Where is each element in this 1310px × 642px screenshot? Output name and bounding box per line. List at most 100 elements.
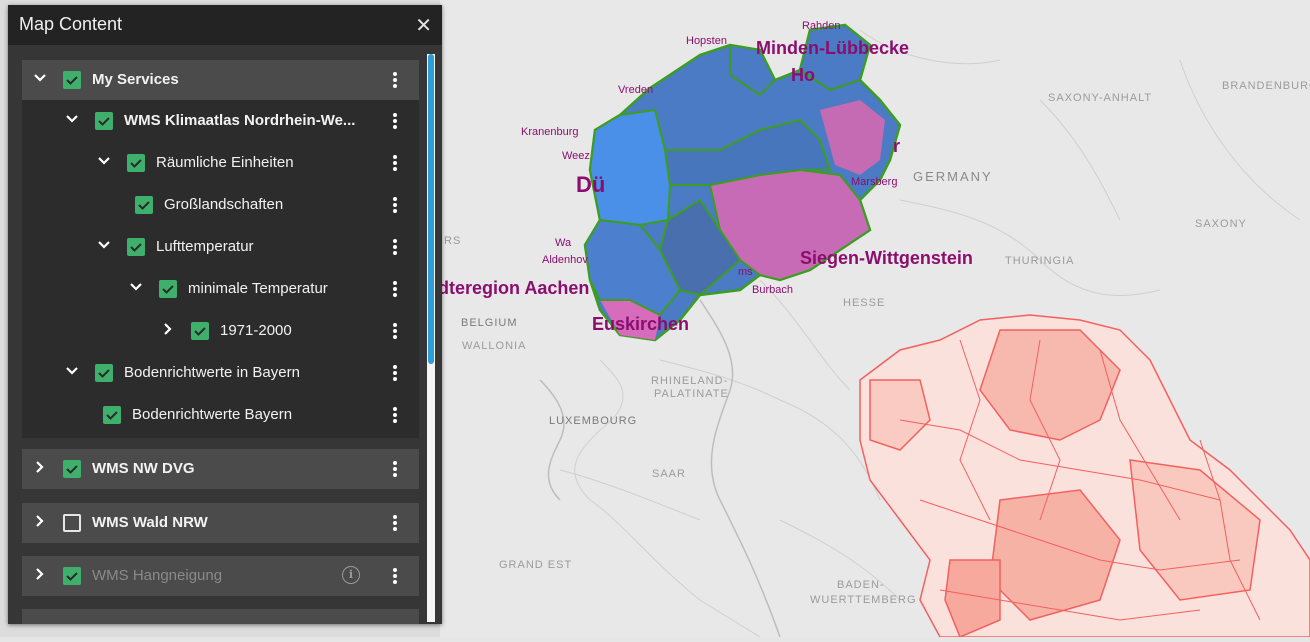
chevron-down-icon[interactable] xyxy=(64,363,80,379)
label-ms: ms xyxy=(738,266,753,278)
close-icon[interactable]: ✕ xyxy=(415,13,432,38)
label-vreden: Vreden xyxy=(618,84,654,96)
more-vert-icon[interactable] xyxy=(392,322,398,340)
layer-label: WMS NW DVG xyxy=(92,460,195,477)
label-minden: Minden-Lübbecke xyxy=(756,38,910,58)
checkbox-raeumliche-einheiten[interactable] xyxy=(127,154,145,172)
checkbox-my-services[interactable] xyxy=(63,71,81,89)
label-wa: Wa xyxy=(555,237,572,249)
label-hesse: HESSE xyxy=(843,297,886,309)
more-vert-icon[interactable] xyxy=(392,280,398,298)
label-brandenburg: BRANDENBURG xyxy=(1222,80,1310,92)
layer-label: Großlandschaften xyxy=(164,196,284,213)
layer-label: 1971-2000 xyxy=(220,322,292,339)
info-icon[interactable]: i xyxy=(342,566,360,584)
label-baden-2: WUERTTEMBERG xyxy=(810,594,917,606)
label-thuringia: THURINGIA xyxy=(1005,255,1075,267)
label-belgium: BELGIUM xyxy=(461,317,518,329)
more-vert-icon[interactable] xyxy=(392,196,398,214)
group-my-services: My Services WMS Klimaatlas Nordrhein-We.… xyxy=(22,60,419,438)
panel-header: Map Content ✕ xyxy=(8,5,442,45)
panel-body: My Services WMS Klimaatlas Nordrhein-We.… xyxy=(8,45,442,624)
label-marsberg: Marsberg xyxy=(851,176,898,188)
layer-row-wms-klimaatlas[interactable]: WMS Klimaatlas Nordrhein-We... xyxy=(22,101,419,143)
chevron-down-icon[interactable] xyxy=(128,279,144,295)
chevron-right-icon[interactable] xyxy=(32,459,48,475)
layer-row-bodenrichtwerte-bayern[interactable]: Bodenrichtwerte Bayern xyxy=(22,395,419,437)
checkbox-bodenrichtwerte-bayern[interactable] xyxy=(103,406,121,424)
label-rahden: Rahden xyxy=(802,20,841,32)
layer-label: WMS Wald NRW xyxy=(92,514,208,531)
layer-row-1971-2000[interactable]: 1971-2000 xyxy=(22,311,419,353)
panel-title: Map Content xyxy=(19,14,123,34)
more-vert-icon[interactable] xyxy=(392,238,398,256)
layer-label: Räumliche Einheiten xyxy=(156,154,294,171)
label-burbach: Burbach xyxy=(752,284,793,296)
label-rs: RS xyxy=(444,235,462,247)
layer-label: Lufttemperatur xyxy=(156,238,254,255)
more-vert-icon[interactable] xyxy=(392,112,398,130)
scrollbar[interactable] xyxy=(427,54,435,622)
more-vert-icon[interactable] xyxy=(392,567,398,585)
label-saxony: SAXONY xyxy=(1195,218,1247,230)
label-saar: SAAR xyxy=(652,468,686,480)
label-weeze: Weez xyxy=(562,150,590,162)
group-wms-hangneigung: WMS Hangneigung i xyxy=(22,556,419,596)
layer-row-wms-nw-dvg[interactable]: WMS NW DVG xyxy=(22,449,419,489)
map-content-panel: Map Content ✕ My Services WMS Klimaatlas… xyxy=(8,5,442,624)
more-vert-icon[interactable] xyxy=(392,406,398,424)
label-luxembourg: LUXEMBOURG xyxy=(549,415,638,427)
chevron-down-icon[interactable] xyxy=(96,237,112,253)
label-saxony-anhalt: SAXONY-ANHALT xyxy=(1048,92,1153,104)
layer-row-bodenrichtwerte-in-bayern[interactable]: Bodenrichtwerte in Bayern xyxy=(22,353,419,395)
chevron-down-icon[interactable] xyxy=(32,70,48,86)
checkbox-lufttemperatur[interactable] xyxy=(127,238,145,256)
label-hopsten: Hopsten xyxy=(686,35,727,47)
label-wallonia: WALLONIA xyxy=(462,340,527,352)
layer-label: Bodenrichtwerte Bayern xyxy=(132,406,293,423)
checkbox-wms-klimaatlas[interactable] xyxy=(95,112,113,130)
more-vert-icon[interactable] xyxy=(392,154,398,172)
chevron-down-icon[interactable] xyxy=(64,111,80,127)
more-vert-icon[interactable] xyxy=(392,364,398,382)
checkbox-wms-wald-nrw[interactable] xyxy=(63,514,81,532)
checkbox-bodenrichtwerte-in-bayern[interactable] xyxy=(95,364,113,382)
label-euskirchen: Euskirchen xyxy=(592,314,690,334)
layer-row-lufttemperatur[interactable]: Lufttemperatur xyxy=(22,227,419,269)
checkbox-1971-2000[interactable] xyxy=(191,322,209,340)
checkbox-grosslandschaften[interactable] xyxy=(135,196,153,214)
scrollbar-thumb[interactable] xyxy=(428,54,434,364)
layer-label: Bodenrichtwerte in Bayern xyxy=(124,364,300,381)
layer-row-wms-hangneigung[interactable]: WMS Hangneigung i xyxy=(22,556,419,596)
checkbox-wms-nw-dvg[interactable] xyxy=(63,460,81,478)
more-vert-icon[interactable] xyxy=(392,460,398,478)
layer-label: WMS Klimaatlas Nordrhein-We... xyxy=(124,112,356,129)
checkbox-wms-hangneigung[interactable] xyxy=(63,567,81,585)
chevron-right-icon[interactable] xyxy=(32,566,48,582)
label-aldenhoven: Aldenhov xyxy=(542,254,588,266)
label-aachen: dteregion Aachen xyxy=(438,278,590,298)
label-grand-est: GRAND EST xyxy=(499,559,573,571)
chevron-right-icon[interactable] xyxy=(32,513,48,529)
chevron-down-icon[interactable] xyxy=(96,153,112,169)
checkbox-minimale-temperatur[interactable] xyxy=(159,280,177,298)
label-ho: Ho xyxy=(791,65,815,85)
chevron-right-icon[interactable] xyxy=(160,321,176,337)
layer-row-my-services[interactable]: My Services xyxy=(22,60,419,100)
layer-row-wms-wald-nrw[interactable]: WMS Wald NRW xyxy=(22,503,419,543)
label-baden-1: BADEN- xyxy=(837,579,885,591)
group-wms-nw-dvg: WMS NW DVG xyxy=(22,449,419,489)
label-rhineland-1: RHINELAND- xyxy=(651,375,729,387)
label-siegen: Siegen-Wittgenstein xyxy=(800,248,973,268)
layer-row-minimale-temperatur[interactable]: minimale Temperatur xyxy=(22,269,419,311)
layer-row-raeumliche-einheiten[interactable]: Räumliche Einheiten xyxy=(22,143,419,185)
label-dusseldorf: Dü xyxy=(576,172,606,197)
label-rhineland-2: PALATINATE xyxy=(654,388,729,400)
layer-row-grosslandschaften[interactable]: Großlandschaften xyxy=(22,185,419,227)
layer-label: minimale Temperatur xyxy=(188,280,328,297)
more-vert-icon[interactable] xyxy=(392,514,398,532)
group-wms-wald-nrw: WMS Wald NRW xyxy=(22,503,419,543)
more-vert-icon[interactable] xyxy=(392,71,398,89)
layer-label: My Services xyxy=(92,71,179,88)
layer-label: WMS Hangneigung xyxy=(92,567,223,584)
